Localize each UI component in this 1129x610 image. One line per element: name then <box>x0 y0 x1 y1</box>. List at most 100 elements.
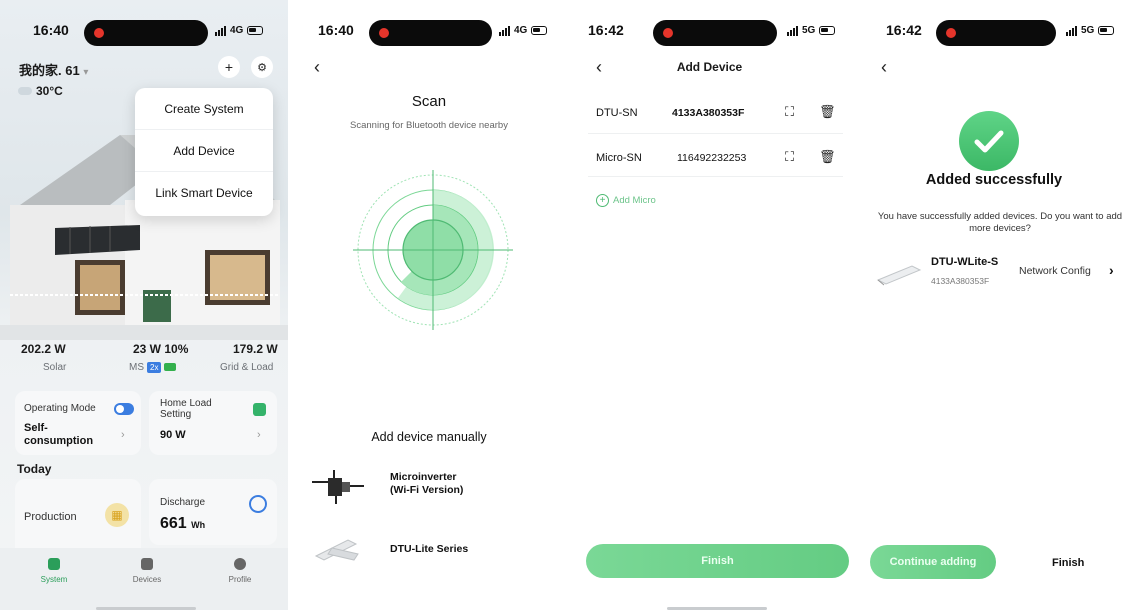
mode-toggle-icon <box>114 403 134 415</box>
tab-profile-label: Profile <box>228 575 252 584</box>
battery-icon <box>247 26 264 35</box>
ms-label: MS <box>129 362 144 373</box>
status-time: 16:42 <box>588 22 624 38</box>
signal-bars-icon <box>787 25 798 36</box>
network-config-link[interactable]: Network Config <box>1019 265 1091 277</box>
menu-item-create-system[interactable]: Create System <box>135 88 273 130</box>
device-option-microinverter[interactable]: Microinverter (Wi-Fi Version) <box>312 466 552 516</box>
recording-dot-icon <box>946 28 956 38</box>
recording-dot-icon <box>379 28 389 38</box>
micro-sn-value: 116492232253 <box>677 152 747 164</box>
operating-mode-card[interactable]: Operating Mode Self-consumption › <box>15 391 141 455</box>
signal-indicator: 4G <box>215 25 264 36</box>
add-menu-popup: Create System Add Device Link Smart Devi… <box>135 88 273 216</box>
micro-scan-button[interactable]: ⛶ <box>785 149 794 165</box>
add-device-screen: 16:42 5G ‹ Add Device DTU-SN 4133A380353… <box>567 0 852 610</box>
dtu-lite-icon <box>314 539 359 561</box>
dynamic-island <box>84 20 208 46</box>
signal-bars-icon <box>215 25 226 36</box>
dtu-sn-label: DTU-SN <box>596 107 638 119</box>
device-name: DTU-WLite-S <box>931 256 999 268</box>
tab-bar: System Devices Profile <box>0 548 288 610</box>
scan-frame-icon: ⛶ <box>785 149 795 164</box>
trash-icon: 🗑 <box>819 149 836 164</box>
finish-button[interactable]: Finish <box>586 544 849 578</box>
scan-frame-icon: ⛶ <box>785 104 795 119</box>
scan-screen: 16:40 4G ‹ Scan Scanning for Bluetooth d… <box>298 0 560 610</box>
battery-icon <box>819 26 836 35</box>
menu-item-add-device[interactable]: Add Device <box>135 130 273 172</box>
chevron-right-icon: › <box>121 429 125 441</box>
status-bar: 16:42 5G <box>567 0 852 46</box>
continue-adding-button[interactable]: Continue adding <box>870 545 996 579</box>
success-message: You have successfully added devices. Do … <box>877 211 1123 234</box>
signal-bars-icon <box>499 25 510 36</box>
tab-devices[interactable]: Devices <box>107 558 187 584</box>
bluetooth-radar-icon <box>353 170 513 330</box>
device-option-dtu-lite[interactable]: DTU-Lite Series <box>312 532 552 582</box>
solar-label: Solar <box>43 362 67 373</box>
divider <box>588 133 843 134</box>
scan-title: Scan <box>411 93 447 110</box>
back-button[interactable]: ‹ <box>881 58 887 76</box>
page-title: Add Device <box>676 60 743 74</box>
chevron-right-icon[interactable]: › <box>1109 262 1114 278</box>
signal-indicator: 5G <box>787 25 836 36</box>
tab-profile[interactable]: Profile <box>200 558 280 584</box>
micro-sn-label: Micro-SN <box>596 152 642 164</box>
discharge-label: Discharge <box>160 497 206 508</box>
battery-icon <box>1098 26 1115 35</box>
today-label: Today <box>17 462 52 476</box>
finish-button[interactable]: Finish <box>1052 557 1084 569</box>
discharge-icon <box>249 495 267 513</box>
discharge-card[interactable]: Discharge 661 Wh <box>149 479 277 545</box>
signal-indicator: 4G <box>499 25 548 36</box>
ms-badge: 2x <box>147 362 162 373</box>
dynamic-island <box>653 20 777 46</box>
gear-icon: ⚙ <box>257 61 267 74</box>
solar-panel-icon: ▦ <box>105 503 129 527</box>
plus-icon: + <box>224 59 234 75</box>
grid-value: 179.2 W <box>233 342 278 356</box>
menu-item-link-smart-device[interactable]: Link Smart Device <box>135 172 273 214</box>
devices-icon <box>141 558 153 570</box>
success-check-icon <box>959 111 1019 171</box>
success-title: Added successfully <box>925 172 1063 188</box>
chevron-left-icon: ‹ <box>881 57 887 77</box>
add-button[interactable]: + <box>218 56 240 78</box>
network-type: 4G <box>514 25 528 36</box>
home-load-card[interactable]: Home Load Setting 90 W › <box>149 391 277 455</box>
chevron-right-icon: › <box>257 429 261 441</box>
settings-button[interactable]: ⚙ <box>251 56 273 78</box>
dtu-scan-button[interactable]: ⛶ <box>785 104 794 120</box>
network-type: 4G <box>230 25 244 36</box>
back-button[interactable]: ‹ <box>314 58 320 76</box>
home-selector[interactable]: 我的家. 61 ▾ <box>19 60 88 79</box>
battery-icon <box>531 26 548 35</box>
ms-value: 23 W 10% <box>133 342 189 356</box>
network-type: 5G <box>802 25 816 36</box>
discharge-number: 661 <box>160 515 187 532</box>
dynamic-island <box>369 20 492 46</box>
signal-indicator: 5G <box>1066 25 1115 36</box>
plus-circle-icon: + <box>596 194 609 207</box>
success-screen: 16:42 5G ‹ Added successfully You have s… <box>859 0 1129 610</box>
operating-mode-label: Operating Mode <box>24 403 96 414</box>
status-time: 16:40 <box>318 22 354 38</box>
add-micro-button[interactable]: + Add Micro <box>596 194 656 207</box>
status-time: 16:40 <box>33 22 69 38</box>
dtu-delete-button[interactable]: 🗑 <box>819 104 836 120</box>
status-time: 16:42 <box>886 22 922 38</box>
system-icon <box>48 558 60 570</box>
scan-subtitle: Scanning for Bluetooth device nearby <box>350 120 508 131</box>
divider <box>588 176 843 177</box>
profile-icon <box>234 558 246 570</box>
network-type: 5G <box>1081 25 1095 36</box>
load-icon <box>253 403 266 416</box>
home-load-value: 90 W <box>160 429 186 441</box>
weather: 30°C <box>18 84 63 98</box>
tab-system[interactable]: System <box>14 558 94 584</box>
micro-delete-button[interactable]: 🗑 <box>819 149 836 165</box>
discharge-value: 661 Wh <box>160 515 205 533</box>
home-load-label: Home Load Setting <box>160 398 212 420</box>
